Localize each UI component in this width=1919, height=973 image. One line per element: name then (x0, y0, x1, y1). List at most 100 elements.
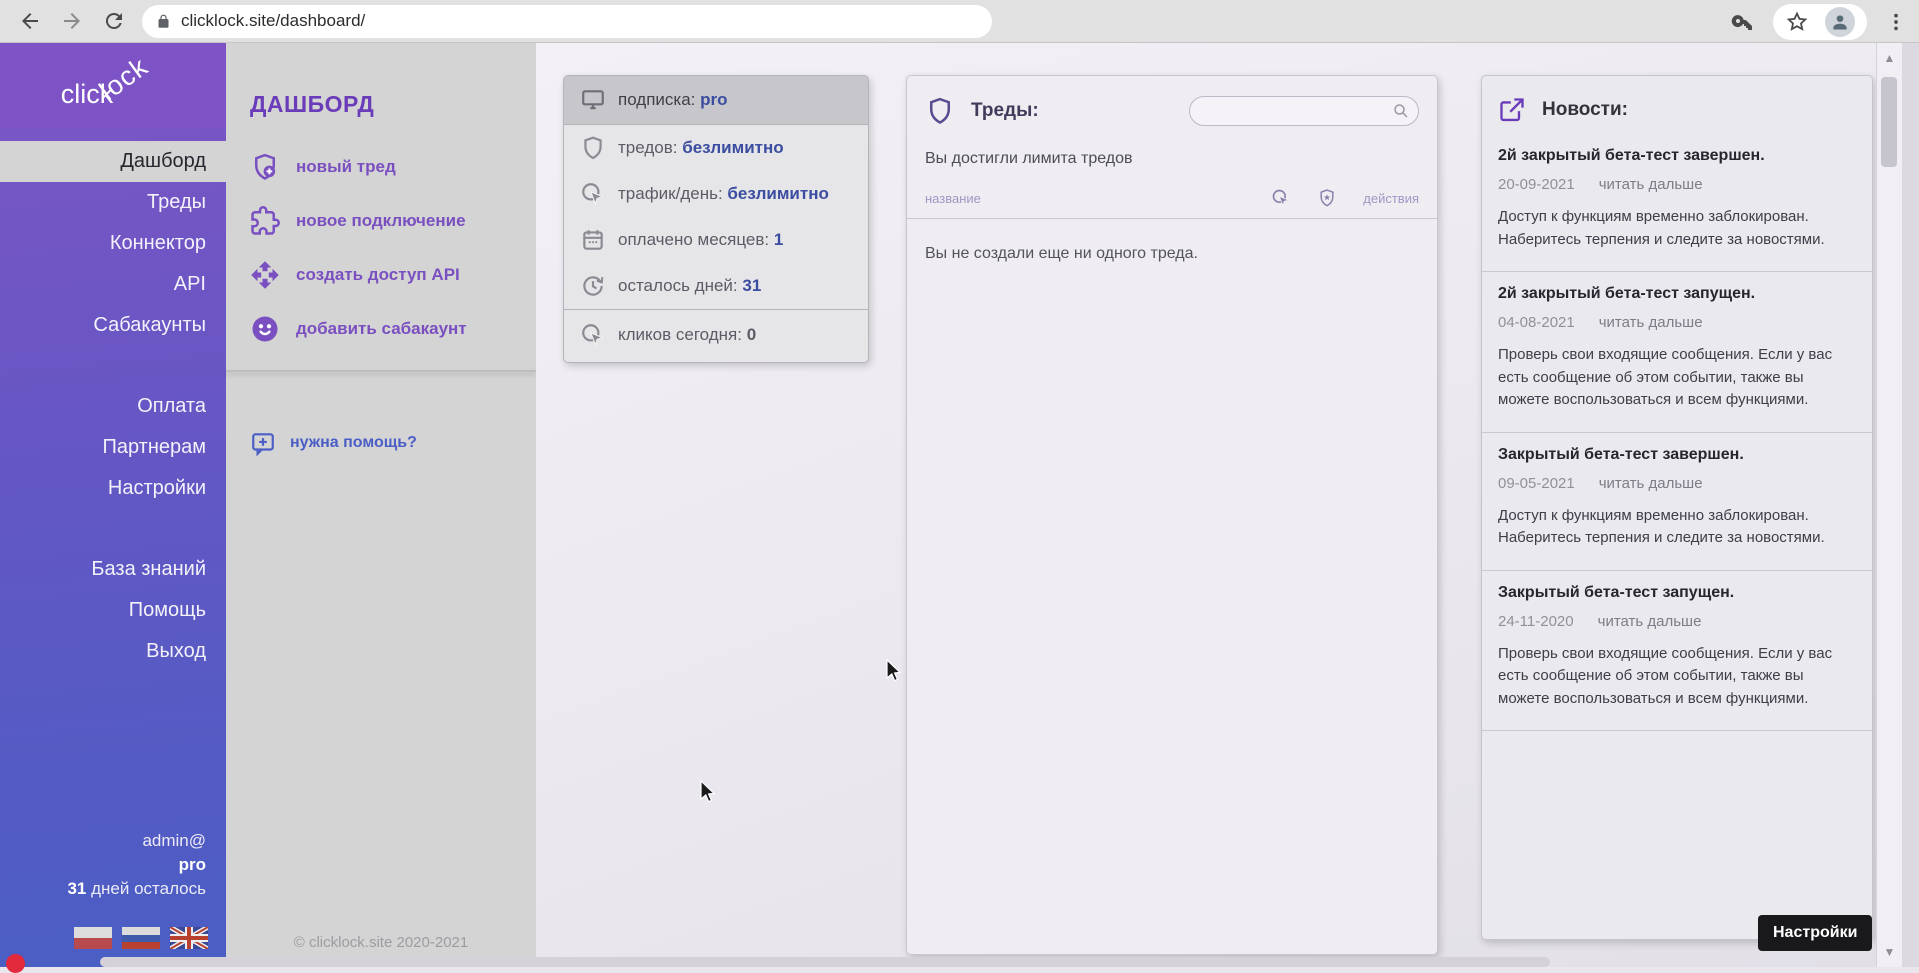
read-more-link[interactable]: читать дальше (1599, 475, 1703, 492)
news-item-date: 04-08-2021 (1498, 314, 1575, 331)
sidebar-item-payment[interactable]: Оплата (0, 386, 226, 427)
sidebar-nav: Дашборд Треды Коннектор API Сабакаунты О… (0, 141, 226, 672)
smiley-icon (250, 314, 280, 344)
shield-icon (580, 135, 606, 161)
read-more-link[interactable]: читать дальше (1599, 314, 1703, 331)
cursor-click-icon (580, 181, 606, 207)
mouse-cursor (695, 779, 719, 805)
threads-panel: Треды: Вы достигли лимита тредов названи… (906, 75, 1438, 955)
need-help-link[interactable]: нужна помощь? (250, 430, 536, 456)
scrollbar-thumb[interactable] (1881, 77, 1897, 167)
browser-toolbar: clicklock.site/dashboard/ (0, 0, 1919, 43)
record-dot (6, 954, 25, 973)
threads-limit-message: Вы достигли лимита тредов (907, 126, 1437, 168)
threads-search-input[interactable] (1202, 103, 1392, 119)
kebab-menu-icon[interactable] (1885, 11, 1907, 33)
new-connection-button[interactable]: новое подключение (226, 194, 536, 248)
video-progress-bar[interactable] (100, 957, 1550, 967)
sidebar-item-knowledge-base[interactable]: База знаний (0, 549, 226, 590)
subscription-clicks-today: кликов сегодня: 0 (564, 309, 868, 362)
key-icon[interactable] (1731, 10, 1755, 34)
shield-plus-icon (250, 152, 280, 182)
dashboard-menu-column: ДАШБОРД новый тред новое подключение соз… (226, 43, 536, 967)
action-label: новый тред (296, 157, 396, 177)
external-link-icon (1498, 96, 1526, 124)
profile-chip (1773, 4, 1867, 40)
sidebar-item-settings[interactable]: Настройки (0, 468, 226, 509)
star-icon[interactable] (1785, 10, 1809, 34)
threads-title: Треды: (971, 100, 1039, 122)
action-label: новое подключение (296, 211, 466, 231)
subscription-header: подписка: pro (564, 76, 868, 125)
url-text[interactable]: clicklock.site/dashboard/ (181, 11, 365, 31)
news-title: Новости: (1542, 99, 1628, 121)
window-edge (1902, 43, 1919, 967)
sidebar-item-help[interactable]: Помощь (0, 590, 226, 631)
arrows-move-icon (250, 260, 280, 290)
message-plus-icon (250, 430, 276, 456)
search-icon[interactable] (1392, 102, 1410, 120)
sidebar-item-connector[interactable]: Коннектор (0, 223, 226, 264)
subscription-row-days: осталось дней: 31 (564, 263, 868, 309)
news-item-title: 2й закрытый бета-тест завершен. (1498, 147, 1856, 165)
settings-tooltip[interactable]: Настройки (1758, 915, 1872, 951)
sidebar-item-api[interactable]: API (0, 264, 226, 305)
new-thread-button[interactable]: новый тред (226, 140, 536, 194)
news-item-title: Закрытый бета-тест запущен. (1498, 584, 1856, 602)
flag-russia[interactable] (122, 927, 160, 949)
mouse-cursor (881, 658, 905, 684)
news-item: Закрытый бета-тест запущен. 24-11-2020чи… (1482, 571, 1872, 732)
add-subaccount-button[interactable]: добавить сабакаунт (226, 302, 536, 356)
action-label: добавить сабакаунт (296, 319, 467, 339)
page-title: ДАШБОРД (250, 91, 536, 118)
news-item-date: 09-05-2021 (1498, 475, 1575, 492)
reload-icon[interactable] (102, 9, 126, 33)
lock-icon (156, 14, 171, 29)
news-item-title: Закрытый бета-тест завершен. (1498, 446, 1856, 464)
action-label: создать доступ API (296, 265, 460, 285)
threads-empty-message: Вы не создали еще ни одного треда. (907, 219, 1437, 289)
subscription-row-threads: тредов: безлимитно (564, 125, 868, 171)
scroll-up-icon[interactable]: ▲ (1877, 51, 1902, 65)
monitor-icon (580, 87, 606, 113)
sidebar-item-partners[interactable]: Партнерам (0, 427, 226, 468)
language-switcher (74, 927, 208, 949)
news-item: 2й закрытый бета-тест завершен. 20-09-20… (1482, 134, 1872, 272)
create-api-access-button[interactable]: создать доступ API (226, 248, 536, 302)
account-info: admin@ pro 31 дней осталось (67, 829, 206, 901)
read-more-link[interactable]: читать дальше (1598, 613, 1702, 630)
avatar[interactable] (1825, 7, 1855, 37)
column-name: название (925, 191, 981, 206)
threads-search (1189, 96, 1419, 126)
news-item-body: Проверь свои входящие сообщения. Если у … (1498, 643, 1856, 711)
shield-star-icon[interactable] (1317, 188, 1337, 208)
shield-icon (925, 96, 955, 126)
forward-icon[interactable] (60, 9, 84, 33)
account-plan: pro (179, 855, 206, 874)
cursor-click-icon[interactable] (1271, 188, 1291, 208)
logo[interactable]: clicklock (0, 43, 226, 128)
back-icon[interactable] (18, 9, 42, 33)
clock-icon (580, 273, 606, 299)
read-more-link[interactable]: читать дальше (1599, 176, 1703, 193)
account-days-left: 31 дней осталось (67, 877, 206, 901)
flag-uk[interactable] (170, 927, 208, 949)
sidebar-item-logout[interactable]: Выход (0, 631, 226, 672)
scroll-down-icon[interactable]: ▼ (1877, 945, 1902, 959)
sidebar-item-threads[interactable]: Треды (0, 182, 226, 223)
news-panel: Новости: 2й закрытый бета-тест завершен.… (1481, 75, 1873, 940)
news-item-title: 2й закрытый бета-тест запущен. (1498, 285, 1856, 303)
subscription-row-traffic: трафик/день: безлимитно (564, 171, 868, 217)
divider (226, 370, 536, 372)
flag-poland[interactable] (74, 927, 112, 949)
sidebar-item-subaccounts[interactable]: Сабакаунты (0, 305, 226, 346)
dashboard-page: clicklock Дашборд Треды Коннектор API Са… (0, 43, 1919, 967)
sidebar: clicklock Дашборд Треды Коннектор API Са… (0, 43, 226, 967)
news-item-body: Доступ к функциям временно заблокирован.… (1498, 206, 1856, 251)
threads-table-header: название действия (907, 168, 1437, 219)
vertical-scrollbar[interactable]: ▲ ▼ (1876, 43, 1902, 967)
account-email: admin@ (67, 829, 206, 853)
subscription-card: подписка: pro тредов: безлимитно трафик/… (563, 75, 869, 363)
url-bar[interactable]: clicklock.site/dashboard/ (142, 5, 992, 38)
sidebar-item-dashboard[interactable]: Дашборд (0, 141, 226, 182)
